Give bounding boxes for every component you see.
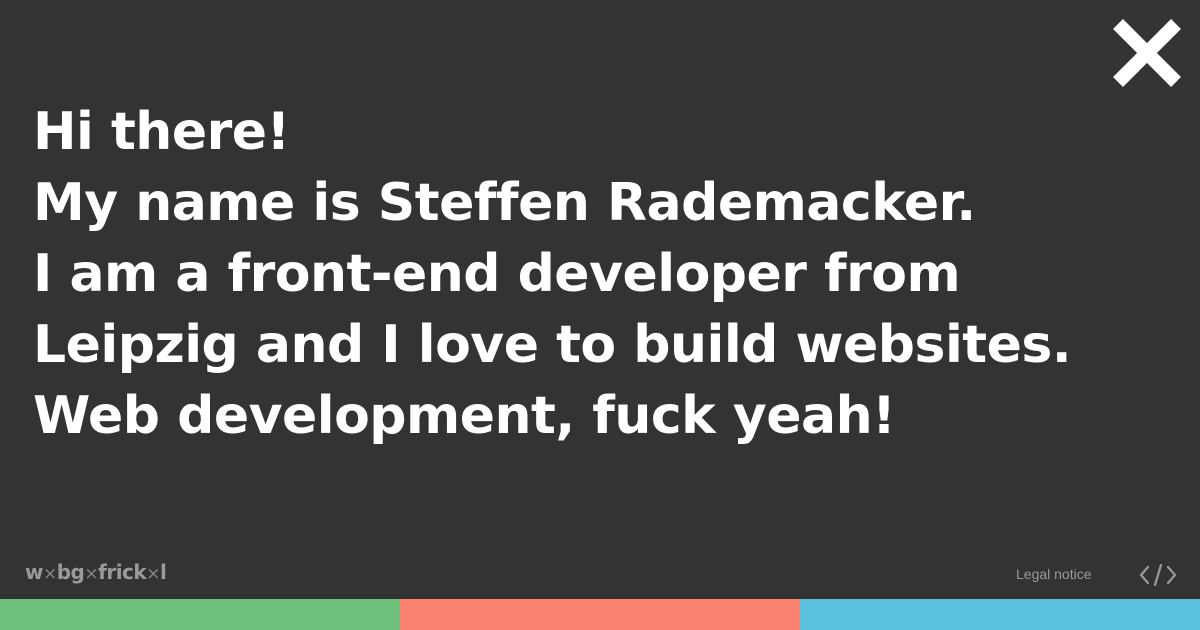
intro-line: Leipzig and I love to build websites. [33, 315, 1072, 375]
source-code-button[interactable] [1138, 560, 1178, 590]
intro-line: Hi there! [33, 102, 290, 162]
color-bar-green [0, 599, 400, 630]
logo-link[interactable]: w×bg×frick×l [25, 560, 167, 584]
logo-part: frick [98, 560, 147, 584]
code-icon [1139, 563, 1177, 587]
close-button[interactable] [1110, 16, 1184, 90]
logo-part: bg [56, 560, 85, 584]
color-bar [0, 599, 1200, 630]
close-icon [1113, 19, 1181, 87]
footer: w×bg×frick×l Legal notice [0, 556, 1200, 596]
color-bar-blue [800, 599, 1200, 630]
intro-text: Hi there! My name is Steffen Rademacker.… [33, 97, 1183, 452]
color-bar-red [400, 599, 800, 630]
logo-part: l [159, 560, 167, 584]
logo-part: w [25, 560, 43, 584]
page: Hi there! My name is Steffen Rademacker.… [0, 0, 1200, 630]
legal-notice-link[interactable]: Legal notice [1016, 566, 1092, 582]
logo-separator: × [42, 564, 57, 584]
logo-separator: × [84, 564, 99, 584]
intro-line: My name is Steffen Rademacker. [33, 173, 976, 233]
intro-line: Web development, fuck yeah! [33, 386, 896, 446]
intro-line: I am a front-end developer from [33, 244, 961, 304]
logo-separator: × [146, 564, 160, 584]
